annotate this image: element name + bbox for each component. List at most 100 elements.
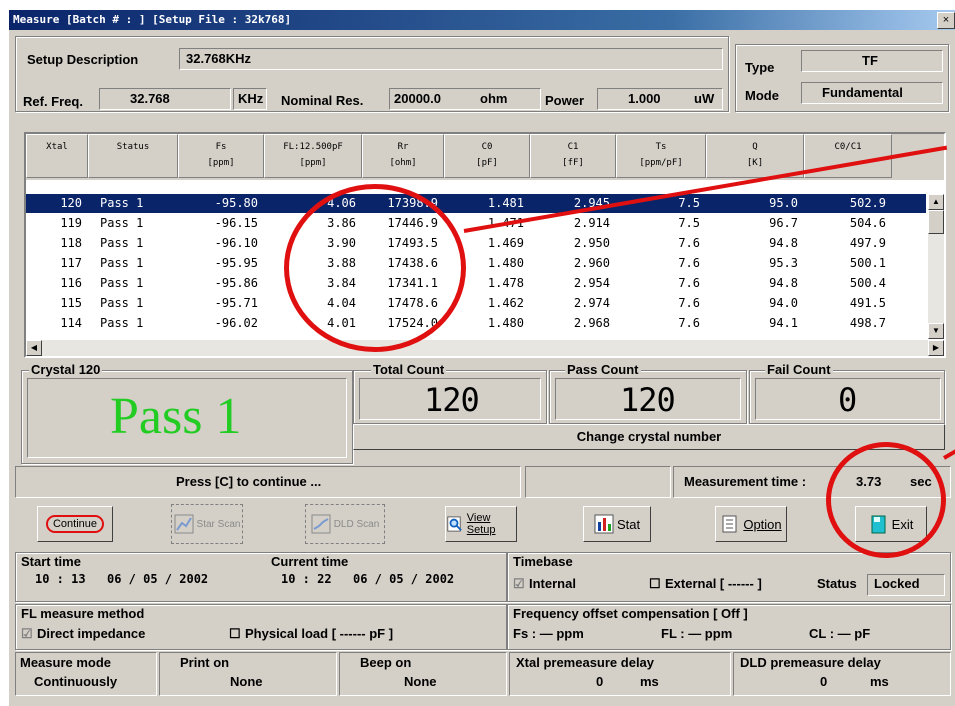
table-cell: Pass 1 [100,296,144,310]
freq-offset-label: Frequency offset compensation [ Off ] [513,606,748,621]
direct-impedance-checkbox-icon[interactable]: ☑ [21,626,33,642]
current-time-label: Current time [271,554,349,569]
table-cell: 117 [60,256,82,270]
table-cell: 94.0 [769,296,798,310]
table-cell: 502.9 [849,196,886,210]
table-cell: 7.6 [678,256,700,270]
measure-mode-panel: Measure mode Continuously [15,652,157,696]
horizontal-scrollbar[interactable]: ◀ ▶ [26,340,944,356]
table-cell: 94.1 [769,316,798,330]
option-button[interactable]: Option [715,506,787,542]
column-header[interactable]: C0 [pF] [444,134,530,178]
internal-checkbox-icon[interactable]: ☑ [513,576,525,592]
crystal-result: Pass 1 [110,388,242,445]
table-cell: 7.6 [678,276,700,290]
cl-offset: CL : — pF [809,626,871,641]
column-header-unit: [ppm/pF] [639,158,683,168]
column-header[interactable]: Q [K] [706,134,804,178]
prompt-panel: Press [C] to continue ... [15,466,521,498]
column-header[interactable]: Fs [ppm] [178,134,264,178]
change-crystal-number-button[interactable]: Change crystal number [353,424,945,450]
scroll-right-icon[interactable]: ▶ [928,340,944,356]
table-row[interactable]: 118 Pass 1 -96.10 3.90 17493.5 1.469 2.950 7.6 9… [26,234,926,253]
table-cell: 2.974 [573,296,610,310]
pass-count-value: 120 [620,381,676,419]
start-time-label: Start time [21,554,81,569]
scroll-left-icon[interactable]: ◀ [26,340,42,356]
option-icon [722,515,737,533]
window-title: Measure [Batch # : ] [Setup File : 32k76… [13,13,292,26]
column-header[interactable]: C1 [fF] [530,134,616,178]
column-header[interactable]: Status [88,134,178,178]
current-date-value: 06 / 05 / 2002 [353,572,455,586]
power-field: 1.000 uW [597,88,723,110]
column-header-title: C1 [567,142,579,152]
total-count-value: 120 [424,381,480,419]
ref-freq-unit-field: KHz [233,88,267,110]
nominal-res-label: Nominal Res. [281,93,364,108]
continue-button[interactable]: Continue [37,506,113,542]
dld-scan-button[interactable]: DLD Scan [305,504,385,544]
stat-button[interactable]: Stat [583,506,651,542]
scroll-up-icon[interactable]: ▲ [928,194,944,210]
table-cell: 7.6 [678,296,700,310]
column-header[interactable]: FL:12.500pF [ppm] [264,134,362,178]
pass-count-label: Pass Count [565,362,641,377]
table-row[interactable]: 117 Pass 1 -95.95 3.88 17438.6 1.480 2.960 7.6 9… [26,254,926,273]
table-cell: -95.80 [214,196,258,210]
start-time-value: 10 : 13 [35,572,86,586]
magnifier-icon [447,516,462,532]
timebase-label: Timebase [513,554,573,569]
table-row[interactable]: 115 Pass 1 -95.71 4.04 17478.6 1.462 2.974 7.6 9… [26,294,926,313]
column-header[interactable]: Rr [ohm] [362,134,444,178]
star-scan-button[interactable]: Star Scan [171,504,243,544]
table-cell: -95.71 [214,296,258,310]
dld-delay-unit: ms [870,674,889,689]
table-cell: 96.7 [769,216,798,230]
physical-load-checkbox-icon[interactable]: ☐ [229,626,241,642]
timebase-status-value: Locked [874,576,920,591]
table-row[interactable]: 114 Pass 1 -96.02 4.01 17524.0 1.480 2.968 7.6 9… [26,314,926,333]
table-cell: 498.7 [849,316,886,330]
continue-prompt: Press [C] to continue ... [176,474,322,489]
column-header-title: Xtal [46,142,68,152]
power-label: Power [545,93,585,108]
start-date-value: 06 / 05 / 2002 [107,572,209,586]
table-cell: 2.960 [573,256,610,270]
dld-scan-label: DLD Scan [333,518,380,530]
table-cell: -96.02 [214,316,258,330]
column-header-unit: [ppm] [299,158,327,168]
table-row[interactable]: 120 Pass 1 -95.80 4.06 17398.9 1.481 2.945 7.5 9… [26,194,926,213]
column-header-title: Rr [397,142,409,152]
setup-description-value: 32.768KHz [186,51,252,66]
measure-window: Measure [Batch # : ] [Setup File : 32k76… [9,10,955,706]
table-cell: 504.6 [849,216,886,230]
column-header[interactable]: Ts [ppm/pF] [616,134,706,178]
column-header-unit: [K] [746,158,764,168]
measurement-table[interactable]: Xtal Status Fs [ppm] FL:12.500pF [ppm] Rr [ohm]… [24,132,946,358]
type-field: TF [801,50,943,72]
scroll-thumb[interactable] [928,210,944,234]
column-header-title: Q [752,142,758,152]
scroll-down-icon[interactable]: ▼ [928,323,944,339]
ref-freq-label: Ref. Freq. [23,94,83,109]
mode-value: Fundamental [822,85,903,100]
crystal-result-box: Pass 1 [27,378,347,458]
setup-description-label: Setup Description [27,52,139,67]
vertical-scrollbar[interactable]: ▲ ▼ [928,194,944,339]
mode-label: Mode [745,88,779,103]
external-checkbox-icon[interactable]: ☐ [649,576,661,592]
table-cell: Pass 1 [100,196,144,210]
table-row[interactable]: 116 Pass 1 -95.86 3.84 17341.1 1.478 2.954 7.6 9… [26,274,926,293]
table-cell: -96.10 [214,236,258,250]
view-setup-button[interactable]: View Setup [445,506,517,542]
column-header[interactable]: Xtal [26,134,88,178]
scan-chart-icon [174,514,194,534]
fl-direct-label: Direct impedance [37,626,146,641]
title-bar[interactable]: Measure [Batch # : ] [Setup File : 32k76… [9,10,955,30]
fail-count-value: 0 [838,381,857,419]
close-button[interactable]: × [937,12,955,29]
column-header-title: C0 [481,142,493,152]
fs-offset: Fs : — ppm [513,626,584,641]
column-header-title: FL:12.500pF [283,142,343,152]
